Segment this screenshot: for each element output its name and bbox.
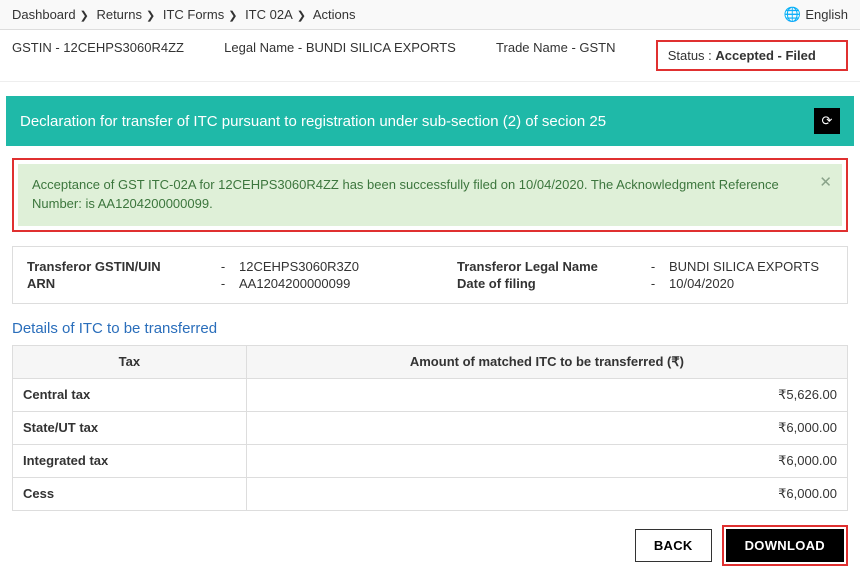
download-button[interactable]: DOWNLOAD xyxy=(726,529,844,562)
table-row: Central tax₹5,626.00 xyxy=(13,378,848,411)
value-transferor-gstin: 12CEHPS3060R3Z0 xyxy=(239,259,449,274)
status-badge: Status : Accepted - Filed xyxy=(656,40,848,71)
label-date-of-filing: Date of filing xyxy=(457,276,637,291)
refresh-button[interactable]: ⟳ xyxy=(814,108,840,134)
success-alert: Acceptance of GST ITC-02A for 12CEHPS306… xyxy=(18,164,842,226)
back-button[interactable]: BACK xyxy=(635,529,712,562)
crumb-itc-02a[interactable]: ITC 02A xyxy=(245,7,293,22)
col-amount: Amount of matched ITC to be transferred … xyxy=(246,345,847,378)
crumb-itc-forms[interactable]: ITC Forms xyxy=(163,7,224,22)
crumb-returns[interactable]: Returns xyxy=(96,7,142,22)
col-tax: Tax xyxy=(13,345,247,378)
close-icon[interactable]: ✕ xyxy=(819,172,832,194)
table-row: State/UT tax₹6,000.00 xyxy=(13,411,848,444)
value-date-of-filing: 10/04/2020 xyxy=(669,276,833,291)
itc-details-title: Details of ITC to be transferred xyxy=(12,320,848,337)
refresh-icon: ⟳ xyxy=(822,113,833,129)
itc-table: Tax Amount of matched ITC to be transfer… xyxy=(12,345,848,511)
legal-name-block: Legal Name - BUNDI SILICA EXPORTS xyxy=(224,40,476,71)
label-transferor-legal-name: Transferor Legal Name xyxy=(457,259,637,274)
section-header: Declaration for transfer of ITC pursuant… xyxy=(6,96,854,146)
crumb-dashboard[interactable]: Dashboard xyxy=(12,7,76,22)
label-arn: ARN xyxy=(27,276,207,291)
language-selector[interactable]: 🌐 English xyxy=(784,6,848,23)
gstin-block: GSTIN - 12CEHPS3060R4ZZ xyxy=(12,40,204,71)
trade-name-block: Trade Name - GSTN xyxy=(496,40,636,71)
value-arn: AA1204200000099 xyxy=(239,276,449,291)
info-bar: GSTIN - 12CEHPS3060R4ZZ Legal Name - BUN… xyxy=(0,30,860,82)
chevron-right-icon: ❯ xyxy=(80,10,89,22)
breadcrumb[interactable]: Dashboard❯ Returns❯ ITC Forms❯ ITC 02A❯ … xyxy=(12,7,356,22)
chevron-right-icon: ❯ xyxy=(297,10,306,22)
table-row: Integrated tax₹6,000.00 xyxy=(13,444,848,477)
value-transferor-legal-name: BUNDI SILICA EXPORTS xyxy=(669,259,833,274)
language-label: English xyxy=(805,7,848,22)
chevron-right-icon: ❯ xyxy=(146,10,155,22)
alert-text: Acceptance of GST ITC-02A for 12CEHPS306… xyxy=(32,177,779,211)
chevron-right-icon: ❯ xyxy=(228,10,237,22)
globe-icon: 🌐 xyxy=(784,6,801,23)
table-row: Cess₹6,000.00 xyxy=(13,477,848,510)
alert-highlight: Acceptance of GST ITC-02A for 12CEHPS306… xyxy=(12,158,848,232)
download-highlight: DOWNLOAD xyxy=(722,525,848,566)
transferor-details: Transferor GSTIN/UIN - 12CEHPS3060R3Z0 T… xyxy=(12,246,848,304)
label-transferor-gstin: Transferor GSTIN/UIN xyxy=(27,259,207,274)
crumb-actions[interactable]: Actions xyxy=(313,7,356,22)
section-title: Declaration for transfer of ITC pursuant… xyxy=(20,113,606,130)
